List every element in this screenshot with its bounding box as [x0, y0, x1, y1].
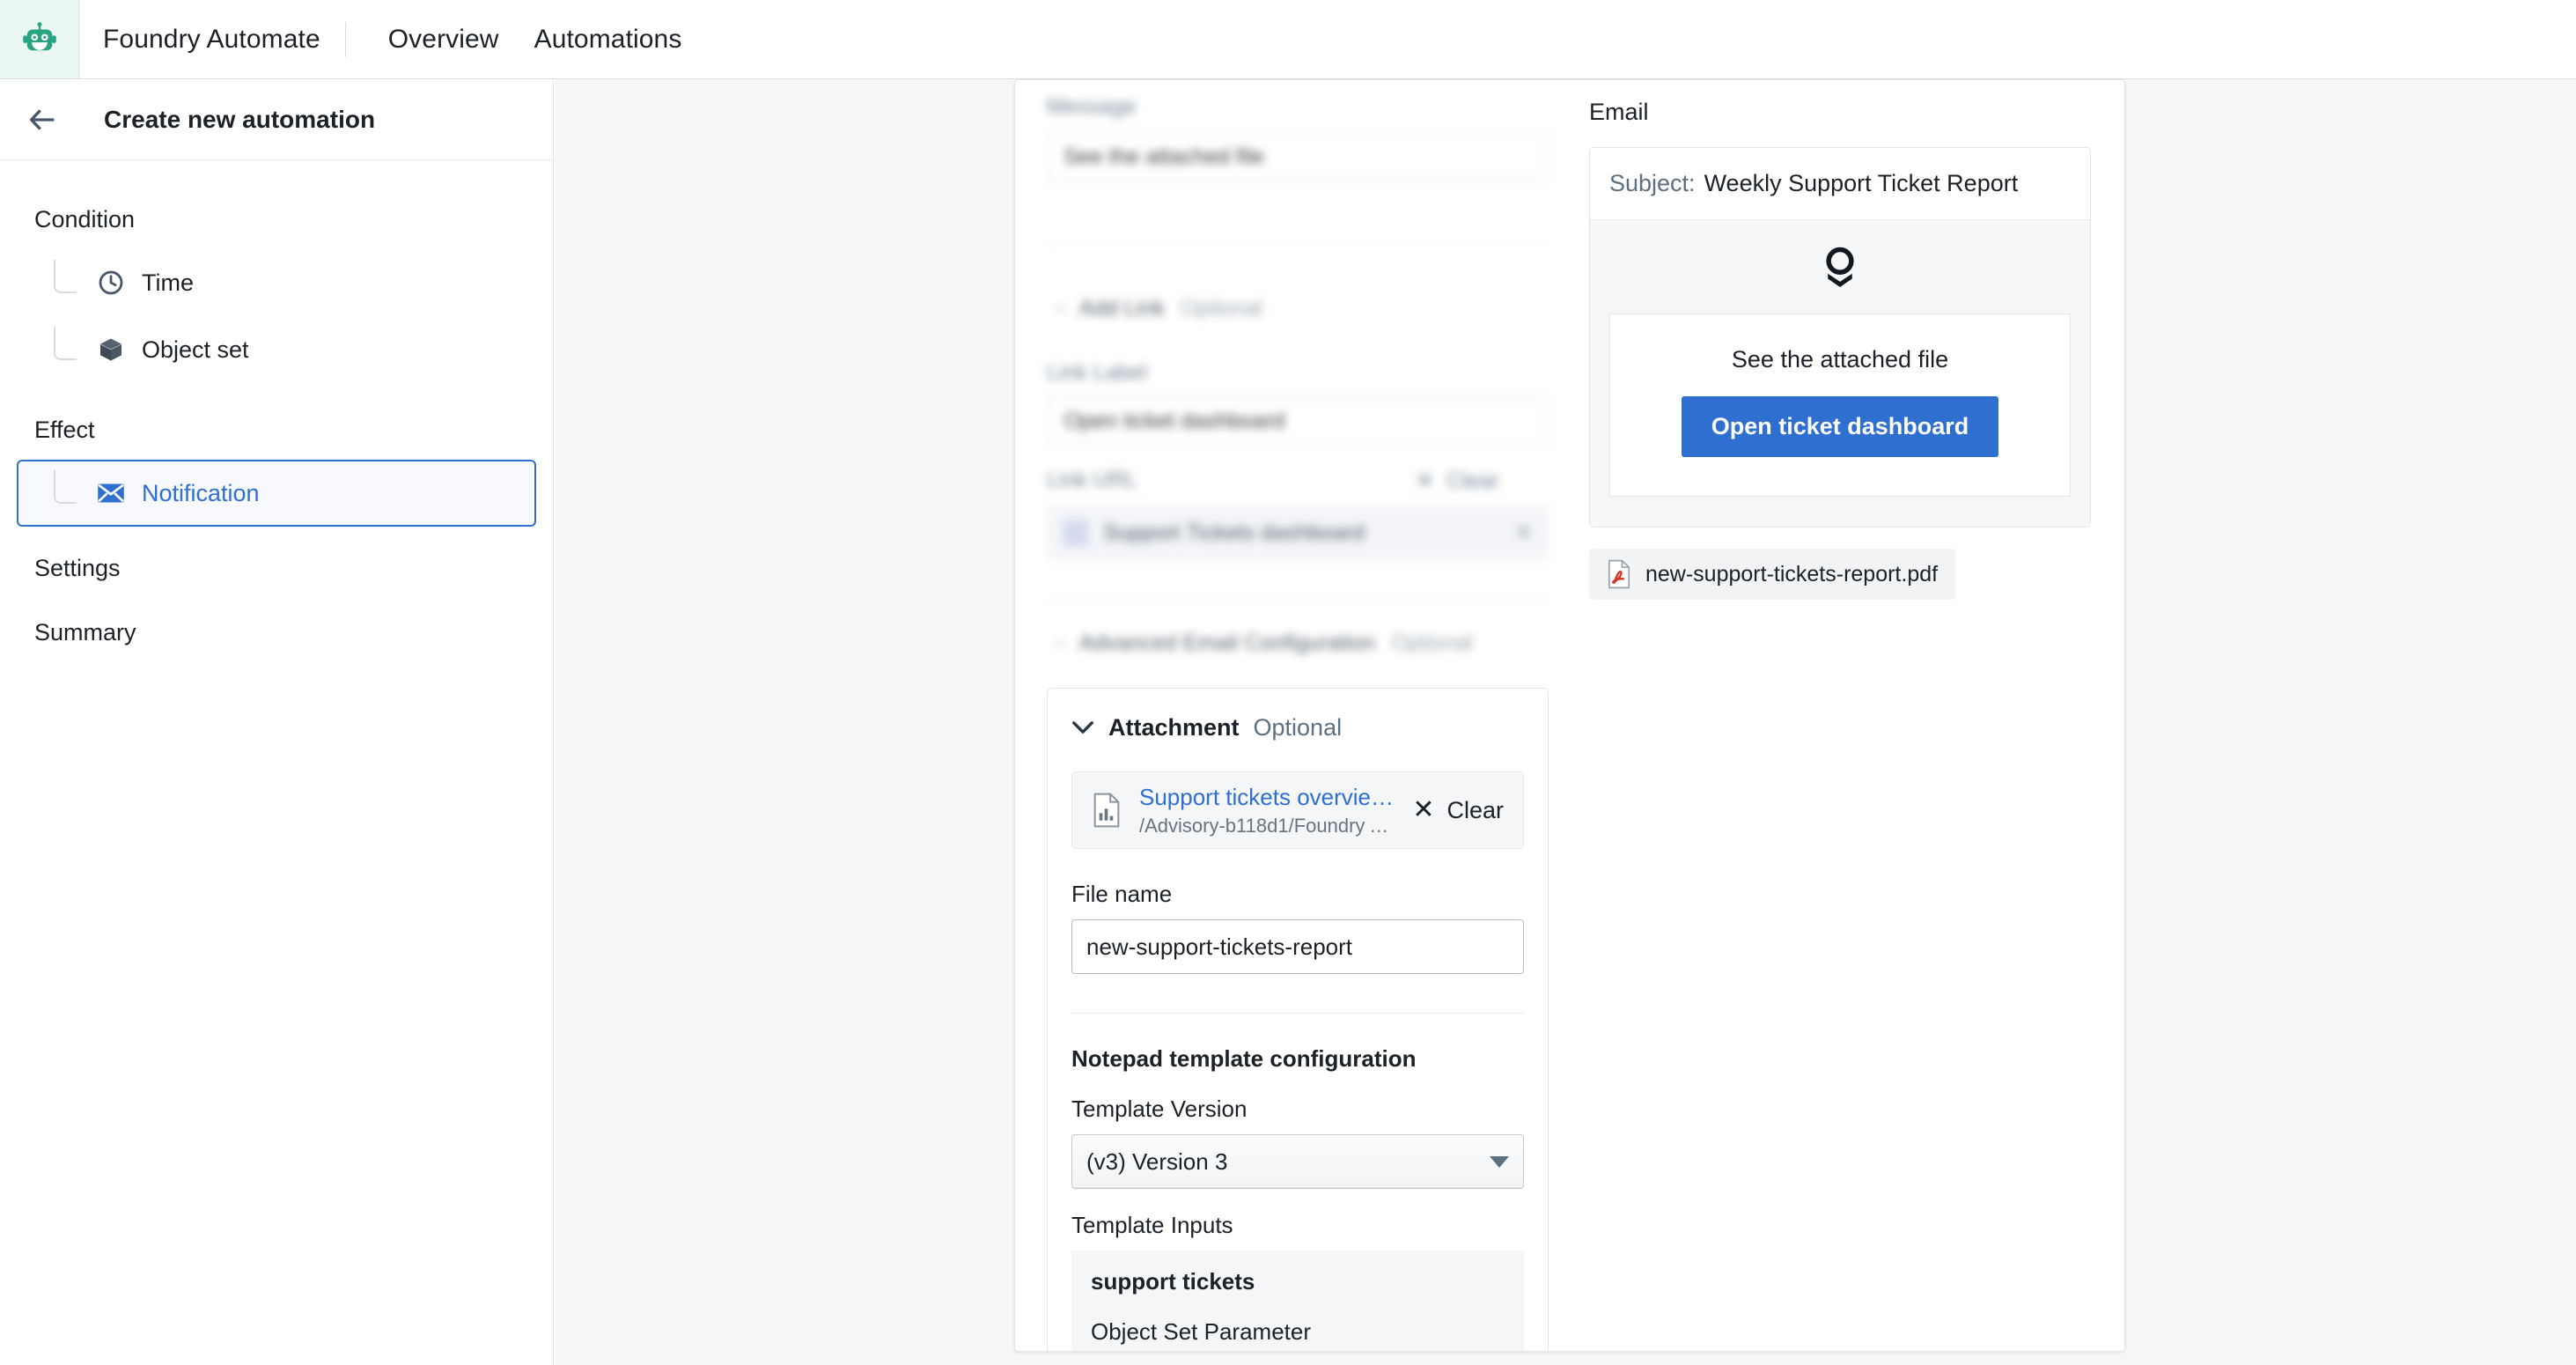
- template-inputs-panel: support tickets Object Set Parameter (x)…: [1071, 1251, 1524, 1351]
- form-divider: [1047, 243, 1549, 244]
- email-frame: Subject: Weekly Support Ticket Report Se…: [1589, 147, 2091, 528]
- sidebar-item-label: Notification: [142, 479, 260, 506]
- link-url-label: Link URL: [1047, 468, 1137, 492]
- nav-overview[interactable]: Overview: [371, 25, 517, 55]
- email-preview-panel: Email Subject: Weekly Support Ticket Rep…: [1589, 99, 2091, 600]
- chevron-down-icon: [1490, 1155, 1509, 1168]
- email-body: See the attached file Open ticket dashbo…: [1590, 220, 2090, 527]
- message-input[interactable]: See the attached file: [1047, 131, 1549, 182]
- email-subject-key: Subject:: [1609, 170, 1696, 196]
- link-url-chip-value: Support Tickets dashboard: [1103, 520, 1365, 545]
- email-attachment-name: new-support-tickets-report.pdf: [1645, 561, 1939, 587]
- attachment-card: Attachment Optional Support tickets over…: [1047, 688, 1549, 1351]
- app-logo[interactable]: [0, 0, 79, 78]
- clear-label: Clear: [1446, 468, 1499, 493]
- template-version-select[interactable]: (v3) Version 3: [1071, 1134, 1524, 1189]
- topbar-divider: [344, 21, 346, 57]
- add-link-optional: Optional: [1180, 296, 1263, 321]
- file-name-input[interactable]: new-support-tickets-report: [1071, 919, 1524, 974]
- template-version-value: (v3) Version 3: [1086, 1147, 1228, 1175]
- x-icon: ✕: [1416, 469, 1434, 493]
- notepad-config-title: Notepad template configuration: [1071, 1045, 1417, 1072]
- open-ticket-dashboard-button[interactable]: Open ticket dashboard: [1681, 396, 1999, 457]
- advanced-email-section-header[interactable]: › Advanced Email Configuration Optional: [1057, 631, 1473, 656]
- email-subject-value: Weekly Support Ticket Report: [1704, 170, 2019, 196]
- chevron-right-icon: ›: [1057, 299, 1064, 318]
- add-link-label: Add Link: [1078, 296, 1165, 321]
- sidebar-item-summary[interactable]: Summary: [0, 619, 553, 646]
- sidebar-item-label: Object set: [142, 336, 249, 363]
- sidebar-group-condition: Condition: [34, 206, 136, 232]
- link-url-clear-button[interactable]: ✕ Clear: [1416, 468, 1499, 494]
- attached-file-chip: Support tickets overview t… /Advisory-b1…: [1071, 771, 1524, 849]
- sidebar-item-label: Time: [142, 269, 194, 296]
- clear-label: Clear: [1446, 796, 1504, 823]
- advanced-email-optional: Optional: [1390, 631, 1474, 655]
- form-divider: [1047, 600, 1549, 601]
- template-version-label: Template Version: [1071, 1096, 1248, 1122]
- palantir-logo-icon: [1826, 247, 1854, 288]
- email-attachment-chip[interactable]: new-support-tickets-report.pdf: [1589, 549, 1956, 600]
- report-file-icon: [1093, 793, 1120, 828]
- cube-icon: [96, 335, 126, 365]
- top-bar: Foundry Automate Overview Automations: [0, 0, 2576, 79]
- tree-connector: [54, 327, 77, 360]
- email-body-text: See the attached file: [1731, 346, 1949, 373]
- back-button[interactable]: [25, 102, 60, 137]
- sidebar-item-notification[interactable]: Notification: [17, 460, 536, 527]
- arrow-left-icon: [30, 109, 55, 129]
- attachment-header[interactable]: Attachment Optional: [1071, 689, 1524, 766]
- attachment-divider: [1071, 1013, 1524, 1014]
- page-title: Create new automation: [104, 105, 376, 133]
- email-subject-row: Subject: Weekly Support Ticket Report: [1590, 148, 2090, 220]
- attachment-optional-badge: Optional: [1253, 713, 1343, 741]
- sidebar-header: Create new automation: [0, 79, 553, 160]
- link-url-chip[interactable]: Support Tickets dashboard ✕: [1047, 505, 1549, 561]
- x-icon[interactable]: ✕: [1514, 520, 1533, 546]
- clear-attachment-button[interactable]: ✕ Clear: [1412, 797, 1504, 824]
- clock-icon: [96, 268, 126, 298]
- attached-file-path: /Advisory-b118d1/Foundry Aut…: [1139, 814, 1399, 837]
- template-input-group-title: support tickets: [1091, 1268, 1255, 1295]
- dashboard-icon: [1063, 520, 1089, 546]
- sidebar-group-effect: Effect: [34, 417, 95, 443]
- link-label-input[interactable]: Open ticket dashboard: [1047, 395, 1549, 446]
- file-name-label: File name: [1071, 881, 1173, 907]
- chevron-down-icon: [1072, 721, 1093, 734]
- chevron-right-icon: ›: [1057, 633, 1064, 653]
- tree-connector: [54, 470, 77, 504]
- robot-icon: [22, 21, 56, 50]
- link-label-label: Link Label: [1047, 360, 1147, 385]
- sidebar-item-settings[interactable]: Settings: [0, 555, 553, 582]
- sidebar-item-time[interactable]: Time: [17, 249, 536, 316]
- add-link-section-header[interactable]: › Add Link Optional: [1057, 296, 1262, 321]
- message-label: Message: [1047, 94, 1137, 119]
- email-preview-label: Email: [1589, 99, 1649, 125]
- email-brand-mark: [1609, 245, 2071, 291]
- advanced-email-label: Advanced Email Configuration: [1078, 631, 1375, 655]
- x-icon: ✕: [1412, 795, 1435, 824]
- pdf-icon: [1608, 559, 1630, 589]
- envelope-icon: [96, 478, 126, 508]
- attachment-title: Attachment: [1108, 713, 1240, 741]
- attached-file-name[interactable]: Support tickets overview t…: [1139, 784, 1398, 811]
- sidebar-item-object-set[interactable]: Object set: [17, 316, 536, 383]
- brand-title: Foundry Automate: [103, 24, 320, 54]
- template-inputs-label: Template Inputs: [1071, 1212, 1233, 1238]
- email-inner-card: See the attached file Open ticket dashbo…: [1609, 314, 2071, 497]
- nav-automations[interactable]: Automations: [517, 25, 700, 55]
- tree-connector: [54, 260, 77, 293]
- left-sidebar: Create new automation Condition Time Obj…: [0, 79, 554, 1365]
- object-set-parameter-label: Object Set Parameter: [1091, 1318, 1311, 1345]
